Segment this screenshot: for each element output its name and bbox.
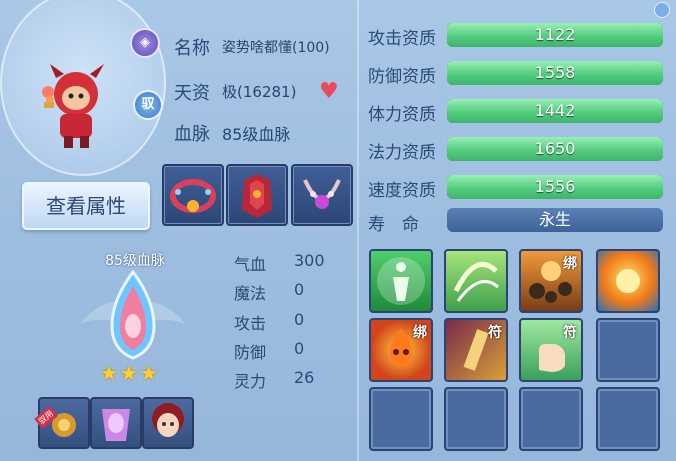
attr-label-attack: 攻击 [234,314,267,333]
aptitude-label-attack: 攻击资质 [368,29,436,49]
aptitude-value-stamina: 1442 [534,101,576,120]
attr-label-spirit: 灵力 [234,372,267,391]
attr-value-spirit: 26 [294,368,315,387]
aptitude-bar-speed: 1556 [447,175,663,199]
swirl-skill-icon[interactable] [444,249,508,313]
bloodline-value: 85级血脉 [222,125,291,144]
aptitude-label-stamina: 体力资质 [368,105,436,125]
ride-badge[interactable]: 驭 [133,90,163,120]
star-rating: ★★★ [100,361,160,385]
aptitude-bar-stamina: 1442 [447,99,663,123]
bloodline-crystal-icon[interactable] [74,264,192,368]
talisman-skill-icon[interactable]: 符 [444,318,508,382]
name-label: 名称 [174,38,210,59]
attr-value-attack: 0 [294,310,305,329]
pet-figure-image [42,64,104,148]
name-value: 姿势啥都懂(100) [222,40,330,56]
empty-skill-slot[interactable] [596,318,660,382]
shield-emblem-icon[interactable]: ◈ [130,28,160,58]
girl-portrait-icon[interactable] [142,397,194,449]
info-corner-icon[interactable] [654,2,670,18]
torso-item-icon[interactable] [90,397,142,449]
talent-value: 极(16281) [222,83,297,101]
necklace-equip-icon[interactable] [291,164,353,226]
attr-value-hp: 300 [294,251,325,270]
fireball-skill-icon[interactable] [596,249,660,313]
attr-label-mp: 魔法 [234,284,267,303]
bracelet-equip-icon[interactable] [162,164,224,226]
lifespan-value: 永生 [447,208,663,232]
aptitude-bar-attack: 1122 [447,23,663,47]
empty-skill-slot[interactable] [444,387,508,451]
skill-tag: 符 [563,325,577,341]
skill-tag: 绑 [413,325,427,341]
view-attributes-button[interactable]: 查看属性 [22,182,150,230]
talent-label: 天资 [174,83,210,104]
aptitude-value-magic: 1650 [534,139,576,158]
pet-detail-panel: ◈ 驭 名称 姿势啥都懂(100) 天资 极(16281) ♥ 血脉 85级血脉… [0,0,676,461]
heart-icon[interactable]: ♥ [319,79,339,104]
attr-value-defense: 0 [294,339,305,358]
aptitude-value-speed: 1556 [534,177,576,196]
panel-divider [357,0,359,461]
empty-skill-slot[interactable] [369,387,433,451]
skill-tag: 绑 [563,256,577,272]
aptitude-label-speed: 速度资质 [368,181,436,201]
attr-value-mp: 0 [294,280,305,299]
empty-skill-slot[interactable] [519,387,583,451]
attr-label-defense: 防御 [234,343,267,362]
skill-tag: 符 [488,325,502,341]
lifespan-label: 寿 命 [368,215,419,235]
aptitude-bar-magic: 1650 [447,137,663,161]
hand-skill-icon[interactable]: 符 [519,318,583,382]
pet-portrait[interactable] [0,0,166,176]
rocks-skill-icon[interactable]: 绑 [519,249,583,313]
fire-face-skill-icon[interactable]: 绑 [369,318,433,382]
empty-skill-slot[interactable] [596,387,660,451]
aptitude-value-defense: 1558 [534,63,576,82]
armor-equip-icon[interactable] [226,164,288,226]
ride-item-icon[interactable]: 驭用 [34,397,90,449]
aptitude-bar-defense: 1558 [447,61,663,85]
aptitude-label-magic: 法力资质 [368,143,436,163]
figure-skill-icon[interactable] [369,249,433,313]
aptitude-label-defense: 防御资质 [368,67,436,87]
aptitude-value-attack: 1122 [534,25,576,44]
attr-label-hp: 气血 [234,255,267,274]
bloodline-label: 血脉 [174,124,210,145]
